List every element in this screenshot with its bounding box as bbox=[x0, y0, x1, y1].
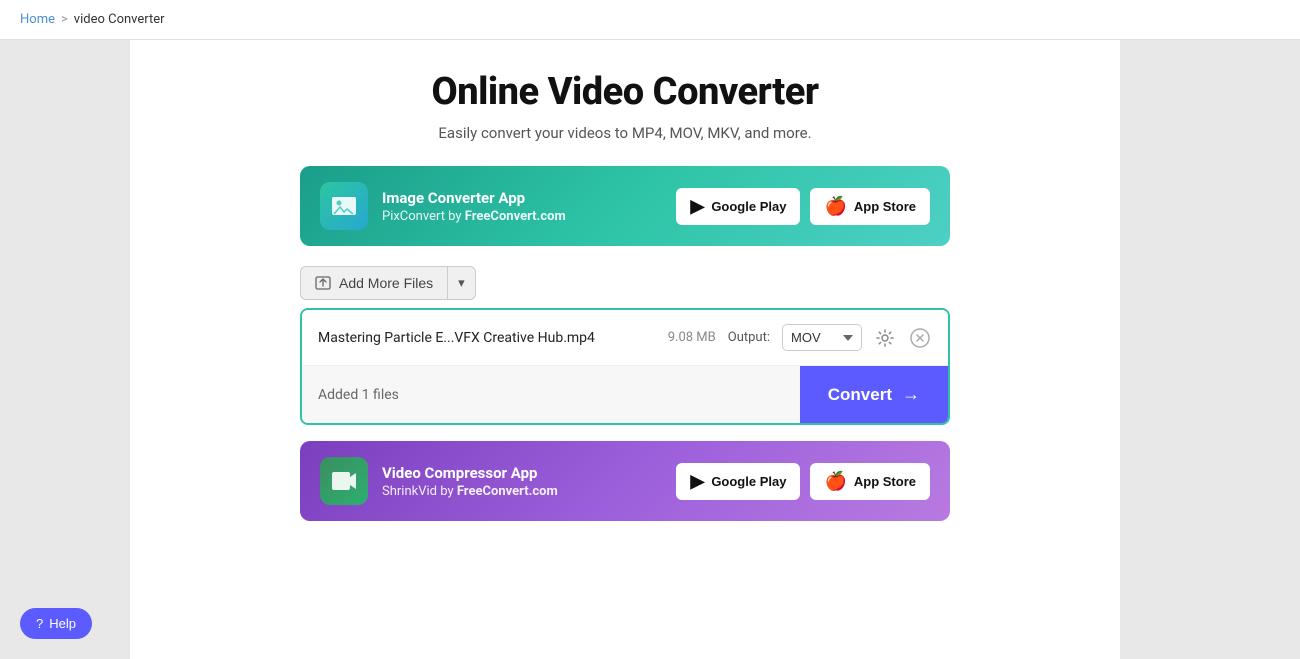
file-size: 9.08 MB bbox=[668, 330, 716, 345]
help-icon: ? bbox=[36, 616, 43, 631]
file-name: Mastering Particle E...VFX Creative Hub.… bbox=[318, 330, 656, 346]
main-content: Online Video Converter Easily convert yo… bbox=[130, 40, 1120, 659]
app-store-button-video[interactable]: 🍎 App Store bbox=[810, 463, 930, 500]
google-play-button-video[interactable]: ▶ Google Play bbox=[676, 463, 800, 500]
file-row: Mastering Particle E...VFX Creative Hub.… bbox=[302, 310, 948, 366]
banner-image-sub: PixConvert by FreeConvert.com bbox=[382, 209, 662, 224]
page-title: Online Video Converter bbox=[432, 70, 819, 114]
breadcrumb-separator: > bbox=[61, 12, 68, 27]
apple-icon-image: 🍎 bbox=[824, 196, 846, 217]
video-compressor-banner: Video Compressor App ShrinkVid by FreeCo… bbox=[300, 441, 950, 521]
apple-icon-video: 🍎 bbox=[824, 471, 846, 492]
app-store-button-image[interactable]: 🍎 App Store bbox=[810, 188, 930, 225]
app-store-label-image: App Store bbox=[854, 199, 916, 214]
image-converter-banner: Image Converter App PixConvert by FreeCo… bbox=[300, 166, 950, 246]
add-files-dropdown-button[interactable]: ▾ bbox=[447, 266, 476, 300]
page-subtitle: Easily convert your videos to MP4, MOV, … bbox=[438, 124, 811, 142]
banner-video-text: Video Compressor App ShrinkVid by FreeCo… bbox=[382, 464, 662, 499]
google-play-button-image[interactable]: ▶ Google Play bbox=[676, 188, 800, 225]
banner-video-sub: ShrinkVid by FreeConvert.com bbox=[382, 484, 662, 499]
files-added-text: Added 1 files bbox=[302, 387, 800, 403]
google-play-label-video: Google Play bbox=[711, 474, 786, 489]
gear-icon bbox=[876, 329, 894, 347]
breadcrumb: Home > video Converter bbox=[0, 0, 1300, 40]
banner-image-buttons: ▶ Google Play 🍎 App Store bbox=[676, 188, 930, 225]
image-app-icon bbox=[320, 182, 368, 230]
convert-arrow-icon: → bbox=[902, 384, 920, 405]
chevron-down-icon: ▾ bbox=[458, 275, 465, 290]
add-files-bar: Add More Files ▾ bbox=[300, 266, 950, 300]
add-files-label: Add More Files bbox=[339, 275, 433, 291]
file-list-container: Mastering Particle E...VFX Creative Hub.… bbox=[300, 308, 950, 425]
add-files-button[interactable]: Add More Files bbox=[300, 266, 447, 300]
breadcrumb-current: video Converter bbox=[74, 12, 165, 27]
output-format-select[interactable]: MOV MP4 MKV AVI WMV FLV WEBM bbox=[782, 324, 862, 351]
breadcrumb-home[interactable]: Home bbox=[20, 12, 55, 27]
google-play-label-image: Google Play bbox=[711, 199, 786, 214]
remove-file-button[interactable] bbox=[908, 326, 932, 350]
close-icon bbox=[910, 328, 930, 348]
settings-button[interactable] bbox=[874, 327, 896, 349]
google-play-icon-video: ▶ bbox=[690, 471, 704, 492]
banner-video-buttons: ▶ Google Play 🍎 App Store bbox=[676, 463, 930, 500]
banner-image-text: Image Converter App PixConvert by FreeCo… bbox=[382, 189, 662, 224]
google-play-icon: ▶ bbox=[690, 196, 704, 217]
help-label: Help bbox=[49, 616, 76, 631]
app-store-label-video: App Store bbox=[854, 474, 916, 489]
convert-label: Convert bbox=[828, 385, 892, 405]
banner-image-title: Image Converter App bbox=[382, 189, 662, 207]
upload-area: Add More Files ▾ Mastering Particle E...… bbox=[300, 266, 950, 425]
sidebar-left bbox=[0, 40, 130, 659]
add-files-icon bbox=[315, 275, 331, 291]
help-button[interactable]: ? Help bbox=[20, 608, 92, 639]
video-app-icon bbox=[320, 457, 368, 505]
convert-button[interactable]: Convert → bbox=[800, 366, 948, 423]
convert-bar: Added 1 files Convert → bbox=[302, 366, 948, 423]
output-label: Output: bbox=[728, 330, 770, 345]
banner-video-title: Video Compressor App bbox=[382, 464, 662, 482]
sidebar-right bbox=[1120, 40, 1300, 659]
